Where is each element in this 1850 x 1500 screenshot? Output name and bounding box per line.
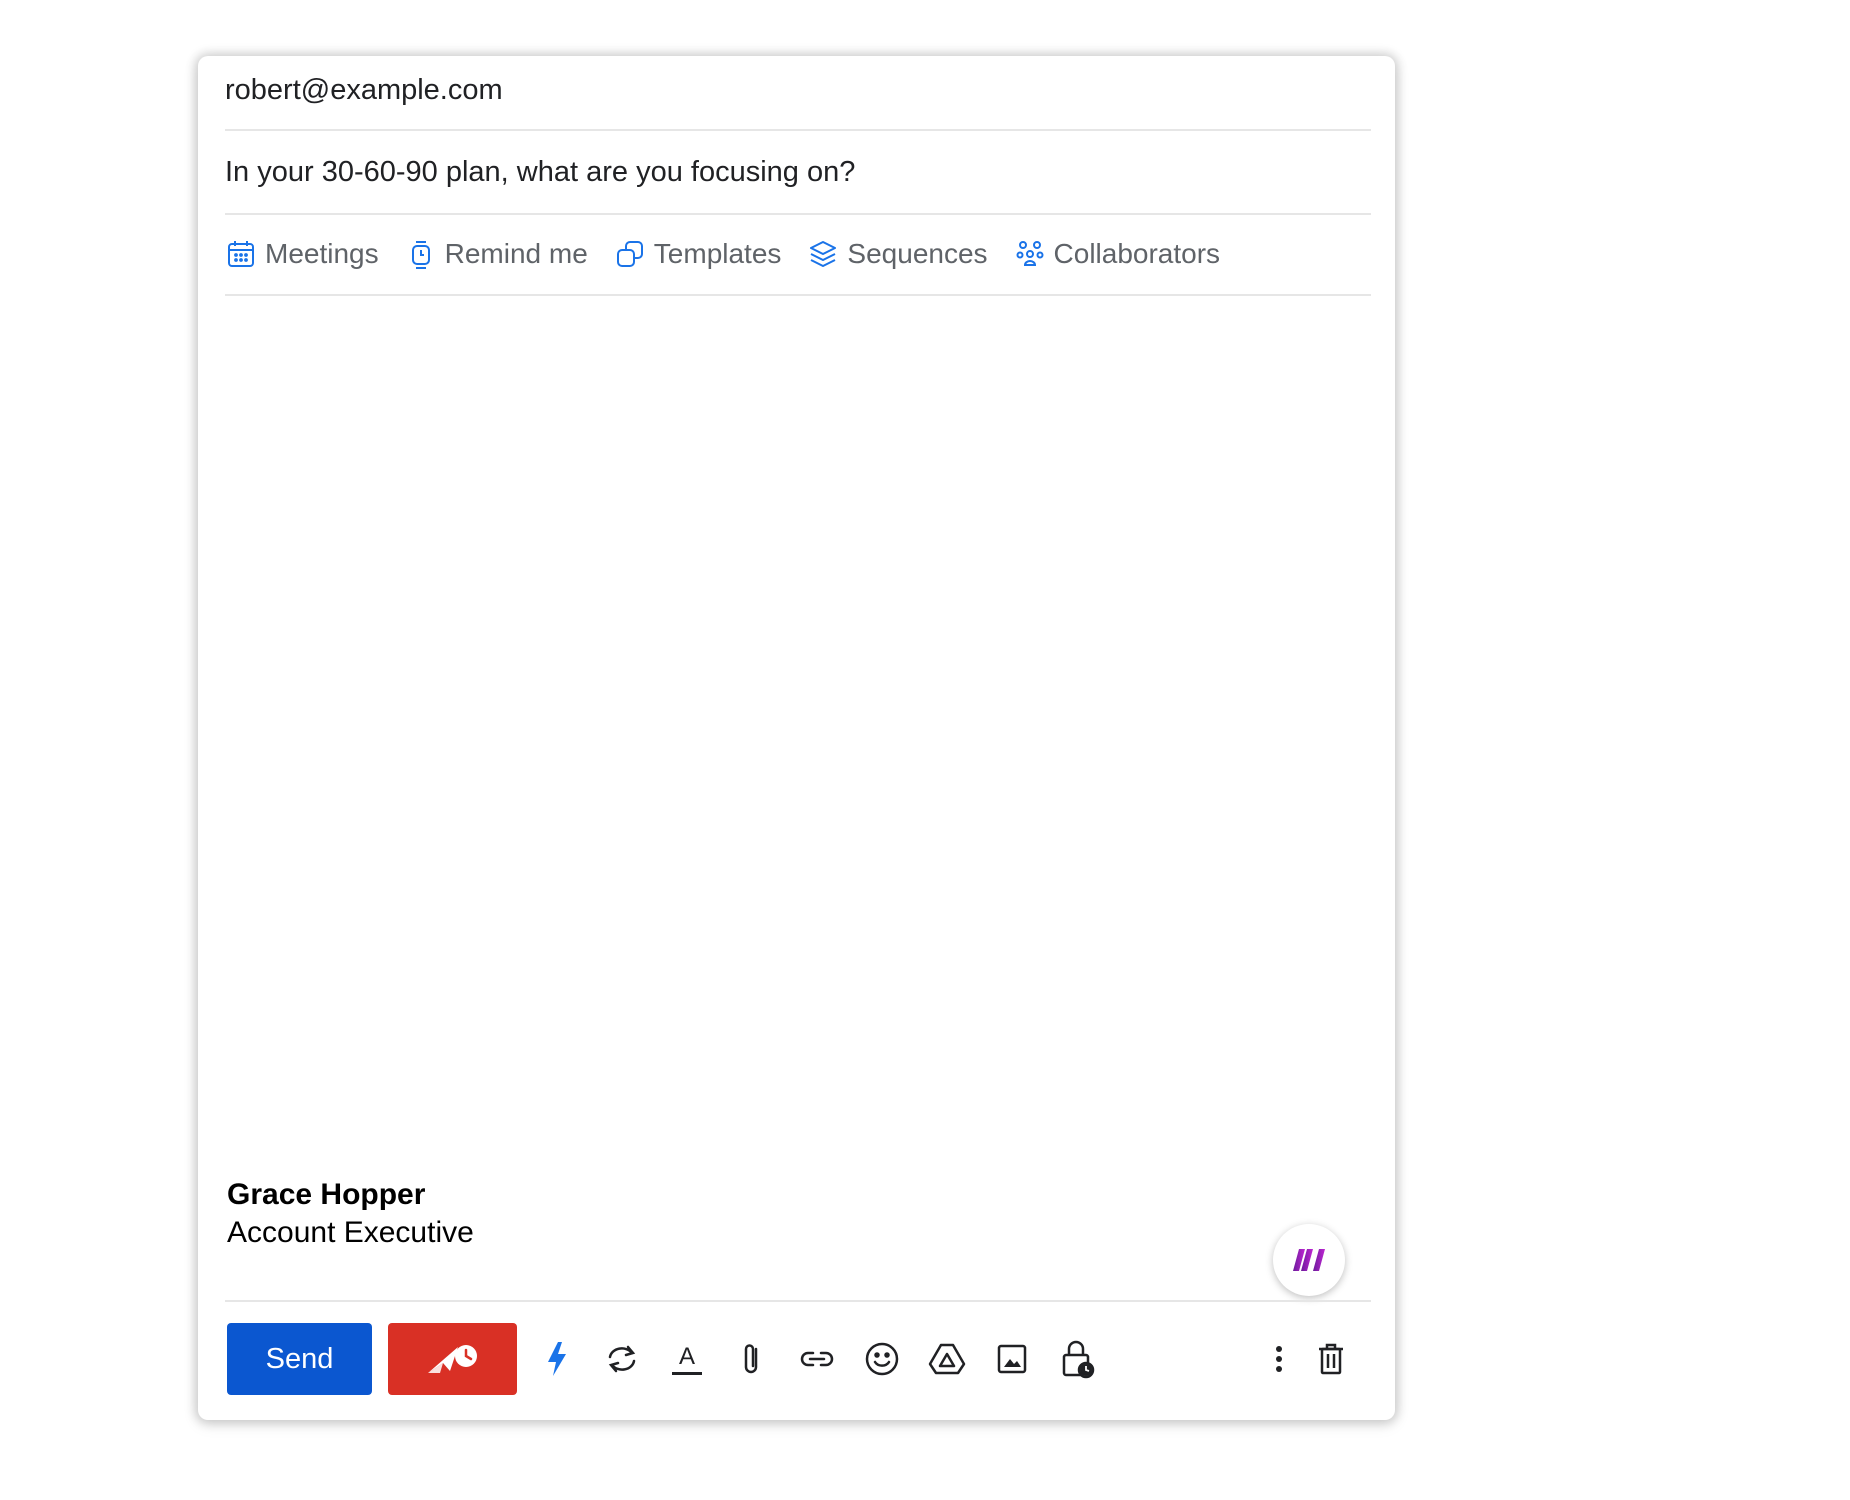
extension-logo-button[interactable] [1273, 1224, 1345, 1296]
chip-sequences[interactable]: Sequences [807, 238, 988, 270]
svg-text:A: A [679, 1343, 695, 1370]
calendar-icon [225, 238, 257, 270]
text-format-icon[interactable]: A [665, 1337, 709, 1381]
lightning-icon[interactable] [535, 1337, 579, 1381]
format-tools: A [535, 1337, 1099, 1381]
templates-icon [614, 238, 646, 270]
people-icon [1014, 238, 1046, 270]
attachment-icon[interactable] [730, 1337, 774, 1381]
email-signature: Grace Hopper Account Executive [227, 1176, 474, 1252]
chip-remind-me[interactable]: Remind me [405, 238, 588, 270]
toolbar-divider [225, 1300, 1371, 1302]
chip-label: Meetings [265, 238, 379, 269]
send-later-icon [427, 1345, 477, 1373]
compose-window: robert@example.com In your 30-60-90 plan… [198, 56, 1395, 1420]
brand-logo-icon [1293, 1249, 1325, 1271]
layers-icon [807, 238, 839, 270]
subject-field[interactable]: In your 30-60-90 plan, what are you focu… [225, 132, 1371, 215]
schedule-send-button[interactable] [388, 1323, 517, 1395]
link-icon[interactable] [795, 1337, 839, 1381]
to-recipient: robert@example.com [225, 74, 503, 106]
chip-templates[interactable]: Templates [614, 238, 782, 270]
chip-label: Templates [653, 238, 782, 269]
trash-icon[interactable] [1309, 1337, 1353, 1381]
compose-toolbar: Send A [227, 1323, 1371, 1395]
signature-title: Account Executive [227, 1216, 474, 1249]
signature-name: Grace Hopper [227, 1178, 426, 1211]
confidential-lock-icon[interactable] [1055, 1337, 1099, 1381]
extension-chips-bar: Meetings Remind me Templates Sequences C… [225, 214, 1371, 296]
more-tools [1249, 1337, 1353, 1381]
more-options-icon[interactable] [1257, 1337, 1301, 1381]
emoji-icon[interactable] [860, 1337, 904, 1381]
chip-label: Remind me [444, 238, 588, 269]
to-field[interactable]: robert@example.com [225, 56, 1371, 131]
chip-collaborators[interactable]: Collaborators [1014, 238, 1221, 270]
send-button[interactable]: Send [227, 1323, 372, 1395]
watch-icon [405, 238, 437, 270]
chip-label: Collaborators [1053, 238, 1221, 269]
image-icon[interactable] [990, 1337, 1034, 1381]
drive-icon[interactable] [925, 1337, 969, 1381]
sync-icon[interactable] [600, 1337, 644, 1381]
chip-meetings[interactable]: Meetings [225, 238, 379, 270]
subject-text: In your 30-60-90 plan, what are you focu… [225, 156, 856, 188]
chip-label: Sequences [847, 238, 988, 269]
